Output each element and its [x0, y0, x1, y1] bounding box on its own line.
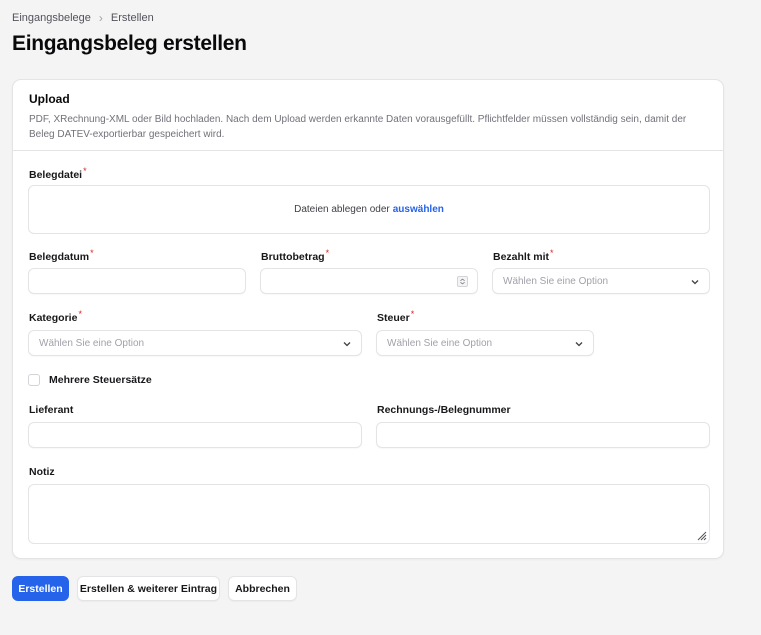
create-button[interactable]: Erstellen [12, 576, 69, 601]
select-placeholder: Wählen Sie eine Option [387, 338, 493, 349]
bruttobetrag-label-text: Bruttobetrag [261, 251, 325, 263]
lieferant-input[interactable] [28, 422, 362, 448]
notiz-label: Notiz [29, 466, 55, 478]
bezahlt-mit-label: Bezahlt mit* [493, 247, 554, 263]
page-title: Eingangsbeleg erstellen [12, 32, 247, 55]
breadcrumb: Eingangsbelege › Erstellen [12, 12, 154, 24]
belegdatei-label: Belegdatei* [29, 165, 87, 181]
kategorie-label: Kategorie* [29, 308, 82, 324]
rechnungsnummer-label: Rechnungs-/Belegnummer [377, 404, 511, 416]
required-marker: * [90, 247, 94, 258]
steuer-label-text: Steuer [377, 312, 410, 324]
select-placeholder: Wählen Sie eine Option [503, 276, 609, 287]
required-marker: * [410, 308, 415, 319]
notiz-textarea[interactable] [28, 484, 710, 544]
belegdatum-label-text: Belegdatum [29, 251, 90, 263]
belegdatei-label-text: Belegdatei [29, 169, 83, 181]
chevron-down-icon [691, 280, 699, 285]
lieferant-label: Lieferant [29, 404, 74, 416]
cancel-button[interactable]: Abbrechen [228, 576, 297, 601]
chevron-down-icon [575, 342, 583, 347]
steuer-select[interactable]: Wählen Sie eine Option [376, 330, 594, 356]
card-header: Upload PDF, XRechnung-XML oder Bild hoch… [13, 80, 723, 151]
kategorie-label-text: Kategorie [29, 312, 78, 324]
bruttobetrag-label: Bruttobetrag* [261, 247, 330, 263]
section-title: Upload [29, 92, 70, 106]
kategorie-select[interactable]: Wählen Sie eine Option [28, 330, 362, 356]
bezahlt-mit-select[interactable]: Wählen Sie eine Option [492, 268, 710, 294]
chevron-right-icon: › [98, 11, 103, 25]
steuer-label: Steuer* [377, 308, 415, 324]
upload-form-card: Upload PDF, XRechnung-XML oder Bild hoch… [12, 79, 724, 559]
bruttobetrag-input[interactable] [260, 268, 478, 294]
breadcrumb-item-erstellen: Erstellen [110, 12, 154, 24]
belegdatum-input[interactable] [28, 268, 246, 294]
select-placeholder: Wählen Sie eine Option [39, 338, 145, 349]
file-dropzone[interactable]: Dateien ablegen oder auswählen [28, 185, 710, 234]
required-marker: * [78, 308, 82, 319]
rechnungsnummer-input[interactable] [376, 422, 710, 448]
resize-handle-icon[interactable] [695, 529, 707, 541]
mehrere-steuersaetze-checkbox[interactable] [28, 374, 40, 386]
create-another-button[interactable]: Erstellen & weiterer Eintrag [77, 576, 220, 601]
select-file-link[interactable]: auswählen [393, 204, 444, 215]
required-marker: * [83, 165, 87, 176]
dropzone-text: Dateien ablegen oder [294, 204, 390, 215]
required-marker: * [325, 247, 330, 258]
breadcrumb-item-eingangsbelege[interactable]: Eingangsbelege [12, 12, 91, 24]
required-marker: * [550, 247, 554, 258]
belegdatum-label: Belegdatum* [29, 247, 94, 263]
number-stepper-icon[interactable] [457, 276, 468, 287]
chevron-down-icon [343, 342, 351, 347]
section-description: PDF, XRechnung-XML oder Bild hochladen. … [29, 114, 687, 140]
bezahlt-mit-label-text: Bezahlt mit [493, 251, 550, 263]
mehrere-steuersaetze-label: Mehrere Steuersätze [49, 374, 152, 386]
